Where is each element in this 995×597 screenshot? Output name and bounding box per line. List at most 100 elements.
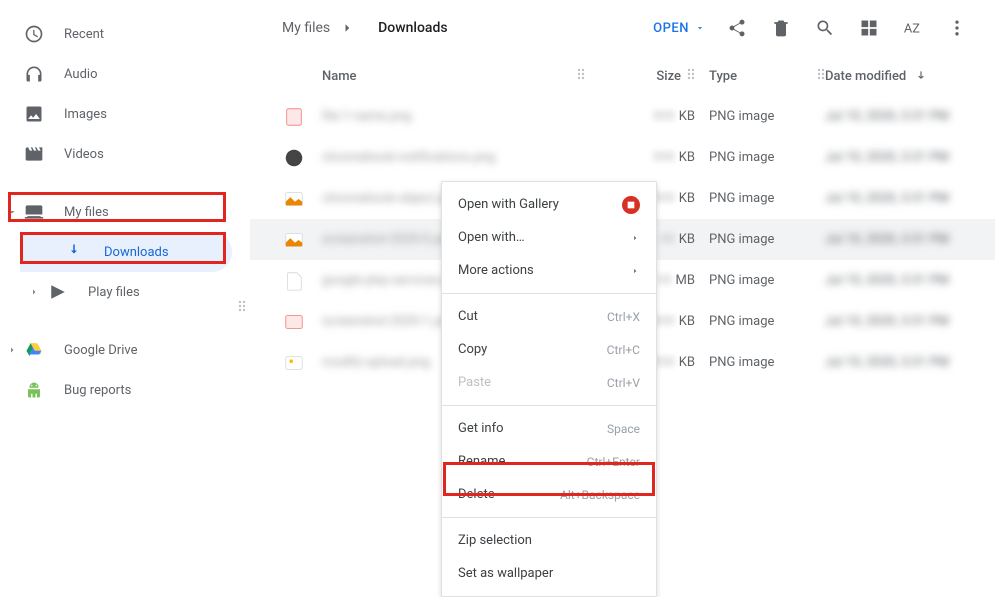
file-size: 000KB [605,109,695,124]
drag-handle-icon [817,68,825,80]
chevron-down-icon [6,206,18,218]
ctx-open-with[interactable]: Open with… [442,221,656,254]
column-size[interactable]: Size [605,68,695,84]
drag-handle-icon [238,300,246,312]
chevron-right-icon [28,286,40,298]
file-type: PNG image [695,232,825,247]
open-button[interactable]: OPEN [643,15,715,42]
svg-text:AZ: AZ [904,22,920,37]
column-date[interactable]: Date modified [825,69,975,84]
android-icon [24,380,44,400]
file-date: Jul 10, 2020, 3:31 PM [825,191,975,206]
more-vert-icon [947,18,967,38]
file-type-icon [282,146,306,170]
sidebar-item-bugreports[interactable]: Bug reports [0,370,250,410]
file-date: Jul 10, 2020, 3:31 PM [825,232,975,247]
sort-az-icon: AZ [902,17,924,39]
sidebar-item-myfiles[interactable]: My files [0,192,250,232]
sort-button[interactable]: AZ [891,6,935,50]
drag-handle-icon [687,68,695,80]
file-name: chromebook-notifications.png [322,150,605,165]
chevron-right-icon [338,19,356,37]
search-icon [815,18,835,38]
chevron-right-icon [630,266,640,276]
open-button-label: OPEN [653,21,689,36]
context-menu: Open with Gallery Open with… More action… [441,181,657,597]
file-type: PNG image [695,314,825,329]
image-icon [24,104,44,124]
ctx-copy[interactable]: CopyCtrl+C [442,333,656,366]
file-type-icon [282,187,306,211]
sidebar-item-downloads[interactable]: Downloads [20,232,232,272]
file-type: PNG image [695,150,825,165]
sidebar-item-label: Audio [64,67,97,82]
topbar: My files Downloads OPEN AZ [250,0,995,56]
delete-button[interactable] [759,6,803,50]
file-type: PNG image [695,109,825,124]
file-date: Jul 10, 2020, 3:31 PM [825,355,975,370]
headphones-icon [24,64,44,84]
file-date: Jul 10, 2020, 3:31 PM [825,314,975,329]
table-header: Name Size Type Date modified [250,56,995,96]
ctx-open-gallery[interactable]: Open with Gallery [442,188,656,221]
sidebar-item-label: Images [64,107,107,122]
file-type-icon [282,228,306,252]
view-button[interactable] [847,6,891,50]
file-date: Jul 10, 2020, 3:31 PM [825,150,975,165]
chevron-down-icon [695,23,705,33]
clock-icon [24,24,44,44]
drag-handle-icon [577,68,585,80]
sidebar-item-videos[interactable]: Videos [0,134,250,174]
breadcrumb: My files Downloads [250,19,448,37]
ctx-divider [442,293,656,294]
search-button[interactable] [803,6,847,50]
ctx-rename[interactable]: RenameCtrl+Enter [442,445,656,478]
ctx-paste: PasteCtrl+V [442,366,656,399]
sidebar-item-label: My files [64,205,109,220]
column-name[interactable]: Name [322,68,605,84]
table-row[interactable]: file-1-name.png000KBPNG imageJul 10, 202… [250,96,995,137]
ctx-divider [442,405,656,406]
column-type[interactable]: Type [695,68,825,84]
sidebar-item-audio[interactable]: Audio [0,54,250,94]
video-icon [24,144,44,164]
sidebar-item-label: Recent [64,27,104,42]
laptop-icon [24,202,44,222]
file-date: Jul 10, 2020, 3:31 PM [825,273,975,288]
chevron-right-icon [630,233,640,243]
download-icon [64,242,84,262]
ctx-delete[interactable]: DeleteAlt+Backspace [442,478,656,511]
file-type-icon [282,105,306,129]
ctx-zip[interactable]: Zip selection [442,524,656,557]
file-type-icon [282,269,306,293]
file-type-icon [282,351,306,375]
ctx-cut[interactable]: CutCtrl+X [442,300,656,333]
sidebar-item-images[interactable]: Images [0,94,250,134]
breadcrumb-root[interactable]: My files [282,20,330,36]
google-drive-icon [24,340,44,360]
sidebar-item-gdrive[interactable]: Google Drive [0,330,250,370]
file-type: PNG image [695,355,825,370]
sidebar-item-label: Play files [88,285,140,300]
ctx-getinfo[interactable]: Get infoSpace [442,412,656,445]
table-row[interactable]: chromebook-notifications.png000KBPNG ima… [250,137,995,178]
sidebar-item-label: Google Drive [64,343,137,358]
sidebar-resize-handle[interactable] [238,300,246,316]
file-name: file-1-name.png [322,109,605,124]
more-button[interactable] [935,6,979,50]
ctx-more-actions[interactable]: More actions [442,254,656,287]
sidebar-item-label: Bug reports [64,383,131,398]
ctx-wallpaper[interactable]: Set as wallpaper [442,557,656,590]
arrow-down-icon [914,69,928,83]
file-type: PNG image [695,273,825,288]
share-icon [727,18,747,38]
file-date: Jul 10, 2020, 3:31 PM [825,109,975,124]
file-size: 000KB [605,150,695,165]
ctx-divider [442,517,656,518]
play-store-icon [48,282,68,302]
share-button[interactable] [715,6,759,50]
sidebar-item-playfiles[interactable]: Play files [0,272,250,312]
sidebar-item-recent[interactable]: Recent [0,14,250,54]
file-type-icon [282,310,306,334]
gallery-app-icon [622,196,640,214]
